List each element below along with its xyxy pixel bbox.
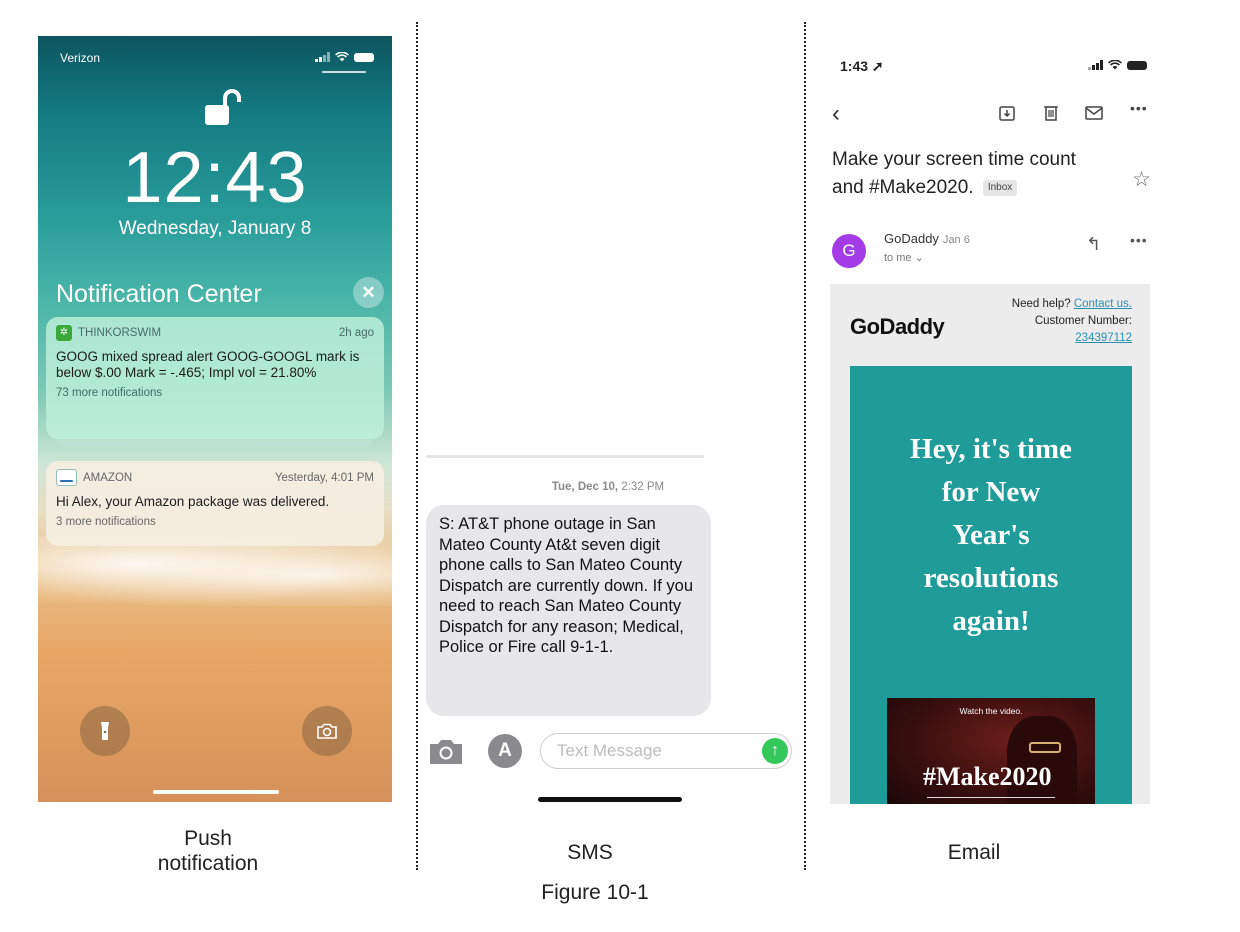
camera-icon[interactable] xyxy=(428,736,464,766)
video-glasses xyxy=(1029,742,1061,753)
signal-icon xyxy=(315,52,330,62)
caption-push-line1: Push xyxy=(184,827,232,850)
notification-more-count: 3 more notifications xyxy=(56,516,156,528)
notification-time: Yesterday, 4:01 PM xyxy=(274,471,374,484)
caption-push-line2: notification xyxy=(157,852,259,875)
timestamp-time: 2:32 PM xyxy=(621,481,665,493)
signal-icon xyxy=(1088,60,1103,70)
promo-headline-line4: resolutions xyxy=(923,562,1059,594)
figure-caption: Figure 10-1 xyxy=(541,881,649,904)
promo-headline-line2: for New xyxy=(941,476,1041,508)
help-block: Need help? Contact us. Customer Number: … xyxy=(1012,296,1132,347)
reply-icon[interactable]: ↰ xyxy=(1086,234,1101,255)
flashlight-icon xyxy=(101,722,109,740)
caption-push: Push notification xyxy=(148,826,268,876)
caption-sms: SMS xyxy=(567,841,613,864)
carrier-label: Verizon xyxy=(60,51,101,65)
notification-time: 2h ago xyxy=(338,327,374,339)
thinkorswim-app-icon: ✲ xyxy=(56,325,72,341)
status-time-text: 1:43 xyxy=(840,58,869,74)
notification-app-name: THINKORSWIM xyxy=(78,327,162,339)
amazon-app-icon xyxy=(56,469,77,486)
video-watch-label: Watch the video. xyxy=(959,706,1023,716)
notification-more-count: 73 more notifications xyxy=(56,387,163,399)
customer-number-link[interactable]: 234397112 xyxy=(1012,330,1132,347)
lock-screen-time: 12:43 xyxy=(122,138,308,218)
recipient-details[interactable]: to me ⌄ xyxy=(884,251,924,264)
recipient-text: to me xyxy=(884,252,912,264)
video-hashtag: #Make2020 xyxy=(923,762,1052,791)
send-button[interactable]: ↑ xyxy=(762,738,788,764)
godaddy-logo: GoDaddy xyxy=(850,314,945,339)
wifi-icon xyxy=(1108,60,1122,70)
mail-icon[interactable] xyxy=(1084,104,1104,122)
sender-line: GoDaddy Jan 6 xyxy=(884,231,970,246)
sender-name: GoDaddy xyxy=(884,231,939,246)
star-icon[interactable]: ☆ xyxy=(1132,167,1151,192)
push-phone-screen: Verizon 12:43 Wednesday, January 8 Notif… xyxy=(38,36,392,802)
lock-screen-date: Wednesday, January 8 xyxy=(118,218,312,239)
sms-top-divider xyxy=(426,455,704,458)
camera-icon xyxy=(317,723,337,739)
battery-icon xyxy=(1127,60,1147,70)
trash-icon[interactable] xyxy=(1042,104,1060,122)
promo-headline-line1: Hey, it's time xyxy=(910,433,1072,465)
promo-headline-line5: again! xyxy=(952,605,1030,637)
inbox-badge[interactable]: Inbox xyxy=(982,179,1018,196)
notification-app-name: AMAZON xyxy=(83,471,133,484)
notification-center-title: Notification Center xyxy=(56,280,262,308)
message-timestamp: Tue, Dec 10, 2:32 PM xyxy=(422,481,794,493)
wave-foam xyxy=(38,536,392,606)
text-message-input[interactable] xyxy=(540,733,792,769)
email-body: GoDaddy Need help? Contact us. Customer … xyxy=(830,284,1150,804)
email-toolbar: ‹ ••• xyxy=(820,100,1165,128)
archive-icon[interactable] xyxy=(998,104,1016,122)
camera-button[interactable] xyxy=(302,706,352,756)
divider-left xyxy=(416,22,418,870)
stacked-notification-edge xyxy=(56,438,374,446)
flashlight-button[interactable] xyxy=(80,706,130,756)
email-subject-text: Make your screen time count and #Make202… xyxy=(832,149,1076,198)
unlocked-padlock-icon xyxy=(205,89,241,125)
caption-email: Email xyxy=(947,841,1001,864)
notification-card-amazon[interactable]: AMAZON Yesterday, 4:01 PM Hi Alex, your … xyxy=(46,461,384,546)
video-thumbnail[interactable]: Watch the video. #Make2020 xyxy=(887,698,1095,804)
message-bubble[interactable]: S: AT&T phone outage in San Mateo County… xyxy=(426,505,711,716)
notification-body: GOOG mixed spread alert GOOG-GOOGL mark … xyxy=(56,349,360,380)
notification-card-thinkorswim[interactable]: ✲ THINKORSWIM 2h ago GOOG mixed spread a… xyxy=(46,317,384,439)
avatar: G xyxy=(832,234,866,268)
timestamp-day: Tue, Dec 10, xyxy=(551,481,619,493)
promo-headline: Hey, it's time for New Year's resolution… xyxy=(850,428,1132,643)
more-options-icon[interactable]: ••• xyxy=(1130,100,1148,116)
battery-icon xyxy=(354,52,374,62)
status-indicator-line xyxy=(322,71,366,73)
help-text: Need help? xyxy=(1011,298,1071,310)
email-subject: Make your screen time count and #Make202… xyxy=(832,146,1112,202)
close-icon[interactable]: ✕ xyxy=(353,277,384,308)
back-icon[interactable]: ‹ xyxy=(832,100,840,128)
app-store-icon[interactable]: A xyxy=(488,734,522,768)
promo-banner: Hey, it's time for New Year's resolution… xyxy=(850,366,1132,804)
home-indicator[interactable] xyxy=(538,797,682,802)
home-indicator[interactable] xyxy=(153,790,279,794)
sms-screen: Tue, Dec 10, 2:32 PM S: AT&T phone outag… xyxy=(422,455,794,810)
status-time: 1:43 ➚ xyxy=(840,58,884,74)
divider-right xyxy=(804,22,806,870)
promo-headline-line3: Year's xyxy=(952,519,1030,551)
notification-body: Hi Alex, your Amazon package was deliver… xyxy=(56,494,330,509)
customer-number-label: Customer Number: xyxy=(1034,315,1132,327)
wifi-icon xyxy=(335,52,349,62)
contact-us-link[interactable]: Contact us. xyxy=(1074,298,1132,310)
status-icons xyxy=(1088,60,1147,70)
video-progress-line xyxy=(927,797,1055,798)
email-date: Jan 6 xyxy=(942,234,970,246)
email-screen: 1:43 ➚ ‹ ••• Make your screen time count… xyxy=(820,50,1165,804)
message-compose-bar: A ↑ xyxy=(426,733,794,769)
message-more-icon[interactable]: ••• xyxy=(1130,232,1148,248)
